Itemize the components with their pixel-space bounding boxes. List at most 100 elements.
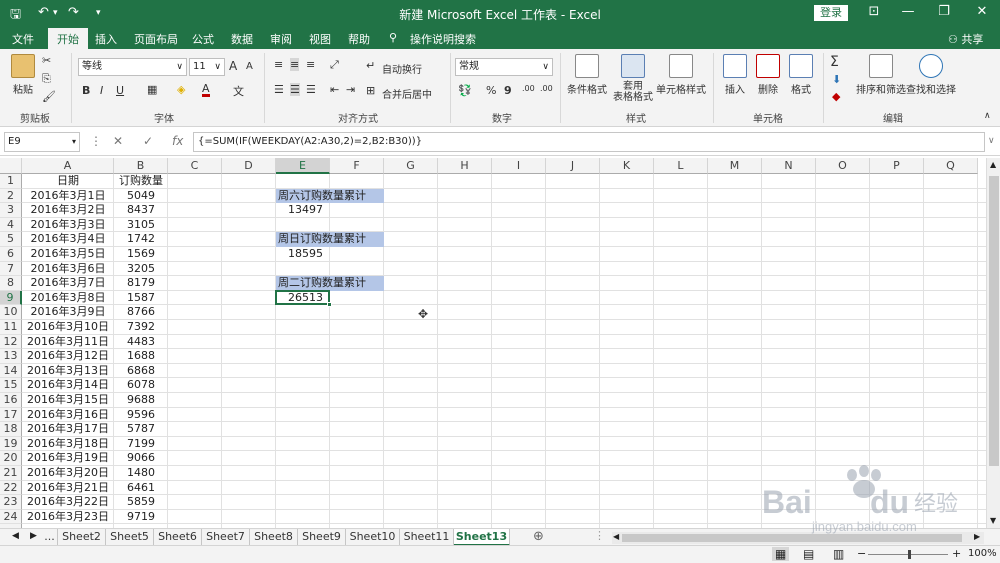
fill-color-icon[interactable]: ◈ xyxy=(177,83,185,96)
column-header-d[interactable]: D xyxy=(222,158,276,174)
cell-b3[interactable]: 8437 xyxy=(114,203,168,218)
cell-b18[interactable]: 5787 xyxy=(114,422,168,437)
row-header-8[interactable]: 8 xyxy=(0,276,22,291)
scroll-up-icon[interactable]: ▲ xyxy=(990,160,996,169)
format-as-table-button[interactable]: 套用 表格格式 xyxy=(610,54,656,103)
cell-a12[interactable]: 2016年3月11日 xyxy=(22,335,114,350)
font-size-select[interactable]: 11 ∨ xyxy=(189,58,225,76)
decrease-decimal-button[interactable]: .00 xyxy=(540,84,553,93)
cell-b8[interactable]: 8179 xyxy=(114,276,168,291)
cell-b11[interactable]: 7392 xyxy=(114,320,168,335)
cell-a5[interactable]: 2016年3月4日 xyxy=(22,232,114,247)
row-header-18[interactable]: 18 xyxy=(0,422,22,437)
number-format-select[interactable]: 常规 ∨ xyxy=(455,58,553,76)
cell-a9[interactable]: 2016年3月8日 xyxy=(22,291,114,306)
row-header-1[interactable]: 1 xyxy=(0,174,22,189)
tab-formulas[interactable]: 公式 xyxy=(192,31,214,47)
sheet-tab-sheet2[interactable]: Sheet2 xyxy=(58,529,106,546)
add-sheet-icon[interactable]: ⊕ xyxy=(533,529,544,544)
cell-a8[interactable]: 2016年3月7日 xyxy=(22,276,114,291)
cell-a19[interactable]: 2016年3月18日 xyxy=(22,437,114,452)
name-box[interactable]: E9 ▾ xyxy=(4,132,80,152)
zoom-level[interactable]: 100% xyxy=(968,548,997,559)
row-header-12[interactable]: 12 xyxy=(0,334,22,350)
column-header-f[interactable]: F xyxy=(330,158,384,174)
cell-e8[interactable]: 周二订购数量累计 xyxy=(276,276,384,291)
cell-b22[interactable]: 6461 xyxy=(114,481,168,496)
prev-sheet-icon[interactable]: ◀ xyxy=(12,531,19,541)
tab-help[interactable]: 帮助 xyxy=(348,31,370,47)
fill-icon[interactable]: ⬇ xyxy=(832,73,841,86)
sheet-tab-sheet10[interactable]: Sheet10 xyxy=(346,529,400,546)
fill-handle[interactable] xyxy=(327,302,332,308)
more-sheets-button[interactable]: ... xyxy=(42,529,58,546)
row-header-22[interactable]: 22 xyxy=(0,480,22,496)
delete-cells-button[interactable]: 删除 xyxy=(753,54,783,96)
restore-button[interactable]: ❐ xyxy=(934,4,954,19)
row-header-21[interactable]: 21 xyxy=(0,466,22,481)
percent-button[interactable]: % xyxy=(486,84,496,97)
sheet-tab-sheet5[interactable]: Sheet5 xyxy=(106,529,154,546)
vertical-scrollbar[interactable]: ▲ ▼ xyxy=(986,158,1000,528)
cut-icon[interactable]: ✂ xyxy=(42,54,51,67)
cell-e2[interactable]: 周六订购数量累计 xyxy=(276,188,384,204)
column-header-m[interactable]: M xyxy=(708,158,762,174)
cell-a16[interactable]: 2016年3月15日 xyxy=(22,393,114,408)
formula-input[interactable]: {=SUM(IF(WEEKDAY(A2:A30,2)=2,B2:B30))} xyxy=(193,132,985,152)
cell-b5[interactable]: 1742 xyxy=(114,232,168,247)
tab-data[interactable]: 数据 xyxy=(231,31,253,47)
cell-e5[interactable]: 周日订购数量累计 xyxy=(276,232,384,247)
font-color-icon[interactable]: A xyxy=(202,83,210,97)
row-header-10[interactable]: 10 xyxy=(0,305,22,320)
increase-decimal-button[interactable]: .00 xyxy=(522,84,535,93)
row-header-17[interactable]: 17 xyxy=(0,407,22,423)
row-header-15[interactable]: 15 xyxy=(0,378,22,393)
cell-b16[interactable]: 9688 xyxy=(114,393,168,408)
splitter-icon[interactable]: ⋮ xyxy=(594,529,605,542)
row-header-7[interactable]: 7 xyxy=(0,261,22,277)
wrap-text-icon[interactable]: ↵ xyxy=(366,59,375,72)
italic-button[interactable]: I xyxy=(100,84,103,97)
sheet-tab-sheet6[interactable]: Sheet6 xyxy=(154,529,202,546)
column-header-p[interactable]: P xyxy=(870,158,924,174)
row-header-14[interactable]: 14 xyxy=(0,363,22,379)
cell-b7[interactable]: 3205 xyxy=(114,262,168,277)
column-header-c[interactable]: C xyxy=(168,158,222,174)
zoom-slider-knob[interactable] xyxy=(908,550,911,559)
cell-a23[interactable]: 2016年3月22日 xyxy=(22,495,114,510)
ribbon-display-icon[interactable]: ⊡ xyxy=(864,4,884,19)
clear-icon[interactable]: ◆ xyxy=(832,90,840,103)
tab-review[interactable]: 审阅 xyxy=(270,31,292,47)
cell-a6[interactable]: 2016年3月5日 xyxy=(22,247,114,262)
next-sheet-icon[interactable]: ▶ xyxy=(30,531,37,541)
cell-a21[interactable]: 2016年3月20日 xyxy=(22,466,114,481)
phonetic-button[interactable]: 文 xyxy=(233,83,244,99)
cell-a20[interactable]: 2016年3月19日 xyxy=(22,451,114,466)
row-header-2[interactable]: 2 xyxy=(0,188,22,204)
insert-cells-button[interactable]: 插入 xyxy=(720,54,750,96)
align-bottom-icon[interactable]: ≡ xyxy=(306,58,315,71)
login-button[interactable]: 登录 xyxy=(814,5,848,21)
column-header-q[interactable]: Q xyxy=(924,158,978,174)
cell-e3[interactable]: 13497 xyxy=(276,203,330,218)
cell-a4[interactable]: 2016年3月3日 xyxy=(22,218,114,233)
format-painter-icon[interactable]: 🖌 xyxy=(42,90,56,103)
cell-b19[interactable]: 7199 xyxy=(114,437,168,452)
cell-b14[interactable]: 6868 xyxy=(114,364,168,379)
cell-a10[interactable]: 2016年3月9日 xyxy=(22,305,114,320)
decrease-font-size-button[interactable]: A xyxy=(246,61,253,72)
cell-a24[interactable]: 2016年3月23日 xyxy=(22,510,114,525)
expand-formula-icon[interactable]: ∨ xyxy=(988,136,995,146)
cell-b13[interactable]: 1688 xyxy=(114,349,168,364)
column-header-e[interactable]: E xyxy=(276,158,330,174)
row-header-19[interactable]: 19 xyxy=(0,436,22,452)
sheet-tab-sheet13[interactable]: Sheet13 xyxy=(454,529,510,546)
column-header-l[interactable]: L xyxy=(654,158,708,174)
row-header-20[interactable]: 20 xyxy=(0,451,22,466)
row-header-11[interactable]: 11 xyxy=(0,320,22,335)
align-left-icon[interactable]: ☰ xyxy=(274,83,284,96)
column-header-b[interactable]: B xyxy=(114,158,168,174)
cell-b10[interactable]: 8766 xyxy=(114,305,168,320)
align-right-icon[interactable]: ☰ xyxy=(306,83,316,96)
sheet-tab-sheet7[interactable]: Sheet7 xyxy=(202,529,250,546)
